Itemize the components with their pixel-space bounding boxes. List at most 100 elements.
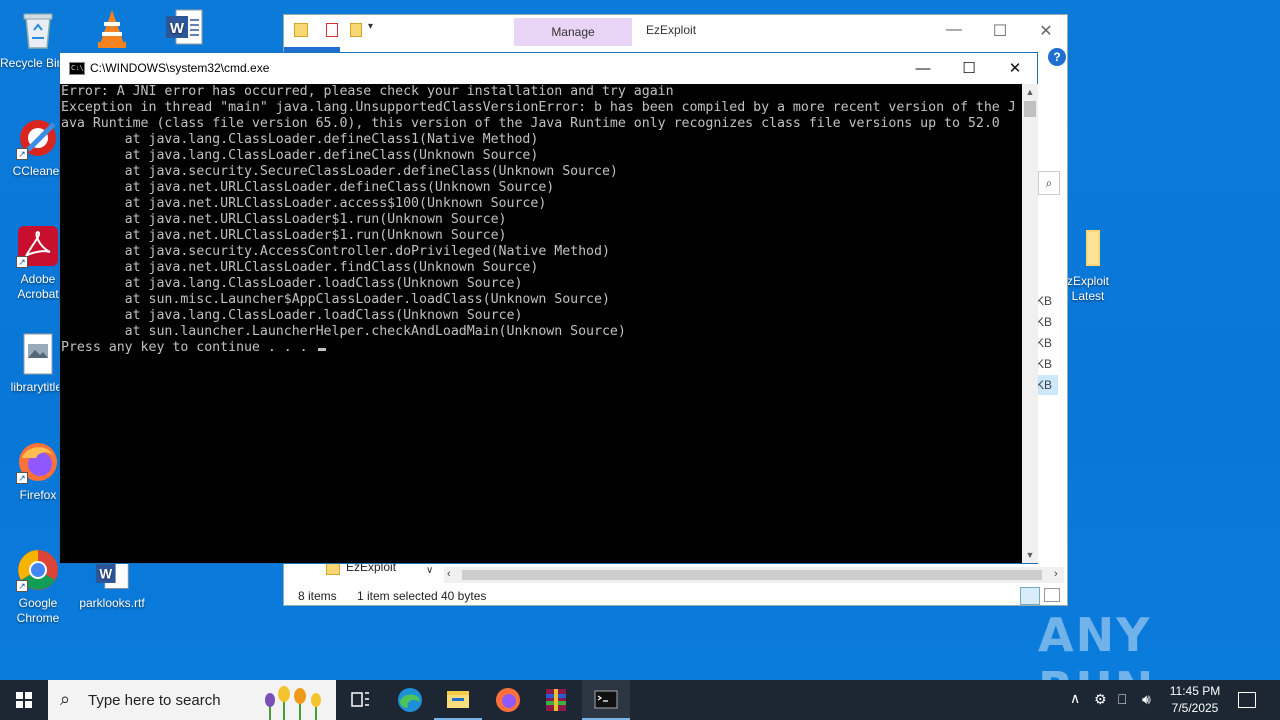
file-size-cell-selected: KB <box>1036 375 1058 395</box>
taskbar-winrar[interactable] <box>532 680 580 720</box>
file-size-cell: KB <box>1036 294 1053 308</box>
selection-count: 1 item selected <box>357 589 438 603</box>
notifications-icon[interactable] <box>1238 692 1256 708</box>
cmd-icon: C:\ <box>69 62 85 75</box>
task-view-icon <box>351 692 369 707</box>
status-bar: 8 items 1 item selected 40 bytes <box>284 585 1067 607</box>
security-icon[interactable]: ⚙ <box>1094 691 1107 720</box>
large-icons-view-icon[interactable] <box>1044 588 1060 602</box>
tulips-decoration-icon <box>265 686 321 720</box>
winrar-icon <box>546 689 566 711</box>
ccleaner-icon: ↗ <box>16 116 60 160</box>
scroll-left-icon[interactable]: ‹ <box>447 568 451 580</box>
taskbar-file-explorer[interactable] <box>434 680 482 720</box>
acrobat-icon: ↗ <box>16 224 60 268</box>
console-line: at java.net.URLClassLoader.defineClass(U… <box>61 180 555 195</box>
console-line: Exception in thread "main" java.lang.Uns… <box>61 100 1016 115</box>
cmd-icon <box>594 690 618 709</box>
volume-icon[interactable]: 🔊︎ <box>1142 691 1151 720</box>
cmd-window[interactable]: C:\ C:\WINDOWS\system32\cmd.exe — ☐ ✕ Er… <box>59 52 1038 564</box>
console-line: at sun.launcher.LauncherHelper.checkAndL… <box>61 324 626 339</box>
desktop-icon-label: parklooks.rtf <box>79 596 145 610</box>
word-document-icon: W <box>162 6 206 50</box>
explorer-close-button[interactable]: ✕ <box>1032 21 1060 41</box>
folder-icon <box>326 563 340 575</box>
vlc-cone-icon <box>90 6 134 50</box>
tab-manage[interactable]: Manage <box>514 18 632 46</box>
taskbar-firefox[interactable] <box>484 680 532 720</box>
scroll-thumb[interactable] <box>462 570 1042 580</box>
shortcut-arrow-icon: ↗ <box>16 472 28 484</box>
scroll-down-icon[interactable]: ▼ <box>1022 547 1038 563</box>
new-folder-icon[interactable] <box>350 23 362 37</box>
desktop-icon-word-doc[interactable]: W <box>146 6 222 54</box>
desktop-icon-label: Google Chrome <box>16 596 60 625</box>
cmd-maximize-button[interactable]: ☐ <box>946 53 992 84</box>
explorer-maximize-button[interactable]: ☐ <box>986 21 1014 41</box>
console-line: at sun.misc.Launcher$AppClassLoader.load… <box>61 292 610 307</box>
console-line: at java.net.URLClassLoader.access$100(Un… <box>61 196 547 211</box>
console-output[interactable]: Error: A JNI error has occurred, please … <box>60 84 1022 563</box>
scroll-right-icon[interactable]: › <box>1054 568 1058 580</box>
taskbar: ⌕ Type here to search ∧ ⚙ ⎕ 🔊︎ 11:45 PM … <box>0 680 1280 720</box>
shortcut-arrow-icon: ↗ <box>16 148 28 160</box>
recycle-bin-icon <box>16 8 60 52</box>
svg-text:W: W <box>99 567 112 582</box>
desktop-icon-parklooks[interactable]: W parklooks.rtf <box>74 556 150 611</box>
properties-icon[interactable] <box>326 23 338 37</box>
console-line: at java.net.URLClassLoader$1.run(Unknown… <box>61 212 507 227</box>
taskbar-edge[interactable] <box>386 680 434 720</box>
folder-icon <box>294 23 308 37</box>
console-prompt-text: Press any key to continue . . . <box>61 340 316 355</box>
show-hidden-icons[interactable]: ∧ <box>1070 690 1080 720</box>
firefox-icon: ↗ <box>16 440 60 484</box>
customize-quick-access-icon[interactable]: ▾ <box>368 21 373 32</box>
selection-size: 40 bytes <box>441 589 487 603</box>
windows-logo-icon <box>16 692 32 708</box>
details-view-icon[interactable] <box>1020 587 1040 605</box>
clock[interactable]: 11:45 PM 7/5/2025 <box>1166 683 1224 717</box>
clock-date: 7/5/2025 <box>1171 701 1219 715</box>
search-placeholder: Type here to search <box>88 692 221 709</box>
taskbar-search-box[interactable]: ⌕ Type here to search <box>48 680 336 720</box>
cmd-close-button[interactable]: ✕ <box>992 53 1038 84</box>
explorer-title: EzExploit <box>646 23 697 37</box>
console-line: at java.lang.ClassLoader.loadClass(Unkno… <box>61 308 523 323</box>
network-icon[interactable]: ⎕ <box>1118 691 1126 720</box>
console-line: at java.security.SecureClassLoader.defin… <box>61 164 618 179</box>
explorer-minimize-button[interactable]: — <box>940 21 968 39</box>
text-cursor <box>317 348 326 351</box>
chrome-icon: ↗ <box>16 548 60 592</box>
file-size-cell: KB <box>1036 336 1053 350</box>
cmd-vertical-scrollbar[interactable]: ▲ ▼ <box>1022 84 1038 563</box>
cmd-minimize-button[interactable]: — <box>900 53 946 84</box>
taskbar-cmd[interactable] <box>582 680 630 720</box>
help-icon[interactable]: ? <box>1048 48 1066 66</box>
image-file-icon <box>16 332 60 376</box>
shortcut-arrow-icon: ↗ <box>16 580 28 592</box>
scroll-up-icon[interactable]: ▲ <box>1022 84 1038 100</box>
chevron-down-icon[interactable]: ∨ <box>426 565 433 576</box>
file-size-cell: KB <box>1036 357 1053 371</box>
file-size-cell: KB <box>1036 315 1053 329</box>
search-icon: ⌕ <box>60 689 71 709</box>
svg-text:W: W <box>170 20 185 37</box>
task-view-button[interactable] <box>336 680 384 720</box>
firefox-icon <box>496 688 520 712</box>
clock-time: 11:45 PM <box>1169 684 1221 698</box>
console-line: ava Runtime (class file version 65.0), t… <box>61 116 1000 131</box>
shortcut-arrow-icon: ↗ <box>16 256 28 268</box>
console-prompt-line: Press any key to continue . . . <box>61 340 1022 356</box>
cmd-titlebar[interactable]: C:\ C:\WINDOWS\system32\cmd.exe — ☐ ✕ <box>60 53 1037 84</box>
file-explorer-icon <box>447 691 469 708</box>
start-button[interactable] <box>0 680 48 720</box>
console-line: at java.net.URLClassLoader.findClass(Unk… <box>61 260 539 275</box>
search-icon[interactable]: ⌕ <box>1038 171 1060 195</box>
scroll-thumb[interactable] <box>1024 101 1036 117</box>
console-line: at java.security.AccessController.doPriv… <box>61 244 610 259</box>
desktop-icon-vlc[interactable] <box>74 6 150 54</box>
cmd-title: C:\WINDOWS\system32\cmd.exe <box>90 61 270 75</box>
folder-icon <box>1066 226 1110 270</box>
horizontal-scrollbar[interactable]: ‹ › <box>444 567 1064 583</box>
explorer-titlebar[interactable]: ▾ Manage EzExploit — ☐ ✕ <box>284 15 1067 47</box>
